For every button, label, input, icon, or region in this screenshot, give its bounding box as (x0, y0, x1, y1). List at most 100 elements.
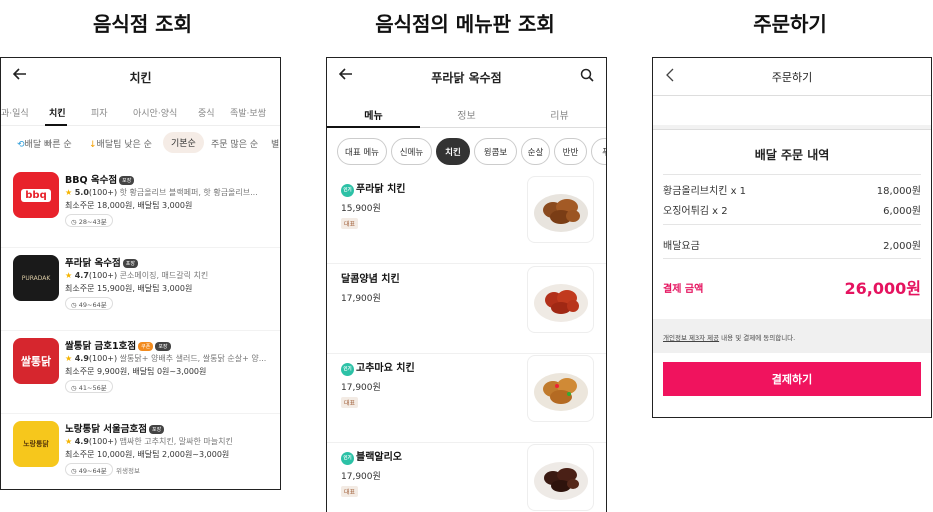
takeout-badge: 포장 (148, 425, 165, 434)
divider (663, 258, 921, 259)
delivery-time-badge: ◷ 49~64분 (65, 297, 113, 310)
popular-badge: 인기 (341, 184, 354, 197)
store-min-order: 최소주문 15,900원, 배달팁 3,000원 (65, 284, 193, 293)
store-item[interactable]: 노랑통닭 노랑통닭 서울금호점 포장 ★ 4.9(100+) 맵싸한 고추치킨, … (1, 415, 280, 489)
sort-option-active[interactable]: 기본순 (163, 132, 204, 153)
star-icon: ★ (65, 437, 73, 446)
chip-category[interactable]: 윙콤보 (474, 138, 517, 165)
privacy-consent-link[interactable]: 개인정보 제3자 제공 (663, 334, 719, 342)
signature-badge: 대표 (341, 397, 359, 408)
category-tab[interactable]: 중식 (198, 106, 215, 119)
consent-notice: 개인정보 제3자 제공 내용 및 결제에 동의합니다. (653, 319, 931, 353)
category-tab[interactable]: 과·일식 (1, 106, 29, 119)
coupon-badge: 쿠폰 (138, 342, 154, 351)
top-bar: 치킨 (1, 58, 280, 96)
heading-order: 주문하기 (753, 12, 827, 36)
search-screen: 치킨 과·일식 치킨 피자 아시안·양식 중식 족발·보쌈 ⟲배달 빠른 순 ↓… (0, 57, 281, 490)
menu-item-name: 달콤양념 치킨 (341, 274, 400, 285)
order-line-item: 황금올리브치킨 x 1 18,000원 (663, 186, 921, 197)
menu-item-image (527, 355, 594, 422)
sort-option[interactable]: 별 (271, 137, 279, 150)
store-rating: ★ 4.9(100+) 쌀통닭+ 양배추 샐러드, 쌀통닭 순살+ 양... (65, 354, 267, 363)
takeout-badge: 포장 (122, 259, 138, 268)
menu-item-price: 17,900원 (341, 383, 381, 393)
star-icon: ★ (65, 354, 73, 363)
chip-category[interactable]: 푸 (591, 138, 606, 165)
chip-category[interactable]: 순살 (521, 138, 550, 165)
search-icon[interactable] (580, 67, 594, 86)
menu-item[interactable]: 인기 푸라닭 치킨 15,900원 대표 (327, 176, 606, 264)
divider (663, 174, 921, 175)
store-item[interactable]: PURADAK 푸라닭 옥수점 포장 ★ 4.7(100+) 콘소메이징, 매드갈… (1, 249, 280, 331)
sort-option[interactable]: ↓배달팁 낮은 순 (89, 137, 152, 150)
top-bar: 푸라닭 옥수점 (327, 58, 606, 96)
back-arrow-icon[interactable] (12, 67, 27, 85)
store-tabs: 메뉴 정보 리뷰 (327, 98, 606, 128)
store-name: 쌀통닭 금호1호점 쿠폰 포장 (65, 338, 171, 352)
signature-badge: 대표 (341, 218, 359, 229)
menu-item-image (527, 266, 594, 333)
menu-category-chips: 대표 메뉴 신메뉴 치킨 윙콤보 순살 반반 푸 (327, 138, 606, 166)
store-min-order: 최소주문 18,000원, 배달팁 3,000원 (65, 201, 193, 210)
category-tab-active[interactable]: 치킨 (49, 106, 66, 119)
active-tab-underline (45, 124, 67, 126)
page-title: 주문하기 (771, 70, 813, 84)
total-amount: 26,000원 (844, 279, 921, 298)
store-min-order: 최소주문 10,000원, 배달팁 2,000원~3,000원 (65, 450, 230, 459)
hygiene-info-label: 위생정보 (116, 467, 140, 475)
tab-menu[interactable]: 메뉴 (327, 107, 420, 122)
store-name: 푸라닭 옥수점 포장 (65, 255, 138, 269)
menu-item-name: 인기 푸라닭 치킨 (341, 180, 405, 197)
menu-screen: 푸라닭 옥수점 메뉴 정보 리뷰 대표 메뉴 신메뉴 치킨 윙콤보 순살 반반 … (326, 57, 607, 512)
store-logo: PURADAK (13, 255, 59, 301)
menu-item-image (527, 176, 594, 243)
menu-item[interactable]: 달콤양념 치킨 17,900원 (327, 266, 606, 354)
menu-item-price: 17,900원 (341, 294, 381, 304)
category-tab[interactable]: 피자 (91, 106, 108, 119)
order-screen: 주문하기 배달 주문 내역 황금올리브치킨 x 1 18,000원 오징어튀김 x… (652, 57, 932, 418)
sort-option[interactable]: ⟲배달 빠른 순 (17, 137, 72, 150)
takeout-badge: 포장 (119, 176, 135, 185)
category-tab[interactable]: 아시안·양식 (133, 106, 177, 119)
chip-category-active[interactable]: 치킨 (436, 138, 470, 165)
popular-badge: 인기 (341, 452, 354, 465)
store-rating: ★ 5.0(100+) 핫 황금올리브 블랙페퍼, 핫 황금올리브... (65, 188, 258, 197)
chip-category[interactable]: 대표 메뉴 (337, 138, 387, 165)
store-logo: 쌀통닭 (13, 338, 59, 384)
star-icon: ★ (65, 271, 73, 280)
popular-badge: 인기 (341, 363, 354, 376)
store-item[interactable]: bbq BBQ 옥수점 포장 ★ 5.0(100+) 핫 황금올리브 블랙페퍼, … (1, 166, 280, 248)
signature-badge: 대표 (341, 486, 359, 497)
delivery-time-badge: ◷ 49~64분 (65, 463, 113, 476)
tab-reviews[interactable]: 리뷰 (513, 107, 606, 122)
order-line-item: 오징어튀김 x 2 6,000원 (663, 206, 921, 217)
delivery-time-badge: ◷ 41~56분 (65, 380, 113, 393)
tab-info[interactable]: 정보 (420, 107, 513, 122)
store-title: 푸라닭 옥수점 (431, 70, 502, 85)
store-item[interactable]: 쌀통닭 쌀통닭 금호1호점 쿠폰 포장 ★ 4.9(100+) 쌀통닭+ 양배추 샐… (1, 332, 280, 414)
divider (663, 224, 921, 225)
store-logo: 노랑통닭 (13, 421, 59, 467)
star-icon: ★ (65, 188, 73, 197)
menu-item-price: 15,900원 (341, 204, 381, 214)
sort-option[interactable]: 주문 많은 순 (211, 137, 258, 150)
store-logo: bbq (13, 172, 59, 218)
total-label: 결제 금액 (663, 283, 704, 295)
store-rating: ★ 4.9(100+) 맵싸한 고추치킨, 말싸한 마늘치킨 (65, 437, 233, 446)
menu-item[interactable]: 인기 고추마요 치킨 17,900원 대표 (327, 355, 606, 443)
back-arrow-icon[interactable] (338, 67, 353, 85)
store-name: 노랑통닭 서울금호점 포장 (65, 421, 165, 435)
store-name: BBQ 옥수점 포장 (65, 172, 135, 186)
category-tab[interactable]: 족발·보쌈 (230, 106, 266, 119)
active-tab-underline (327, 126, 420, 128)
pay-button[interactable]: 결제하기 (663, 362, 921, 396)
menu-item[interactable]: 인기 블랙알리오 17,900원 대표 (327, 444, 606, 512)
chip-category[interactable]: 반반 (554, 138, 587, 165)
menu-item-name: 인기 고추마요 치킨 (341, 359, 415, 376)
menu-item-price: 17,900원 (341, 472, 381, 482)
top-bar: 주문하기 (653, 58, 931, 96)
delivery-fee-row: 배달요금 2,000원 (663, 241, 921, 252)
chevron-left-icon[interactable] (665, 68, 677, 86)
chip-category[interactable]: 신메뉴 (391, 138, 432, 165)
heading-search: 음식점 조회 (93, 12, 192, 36)
